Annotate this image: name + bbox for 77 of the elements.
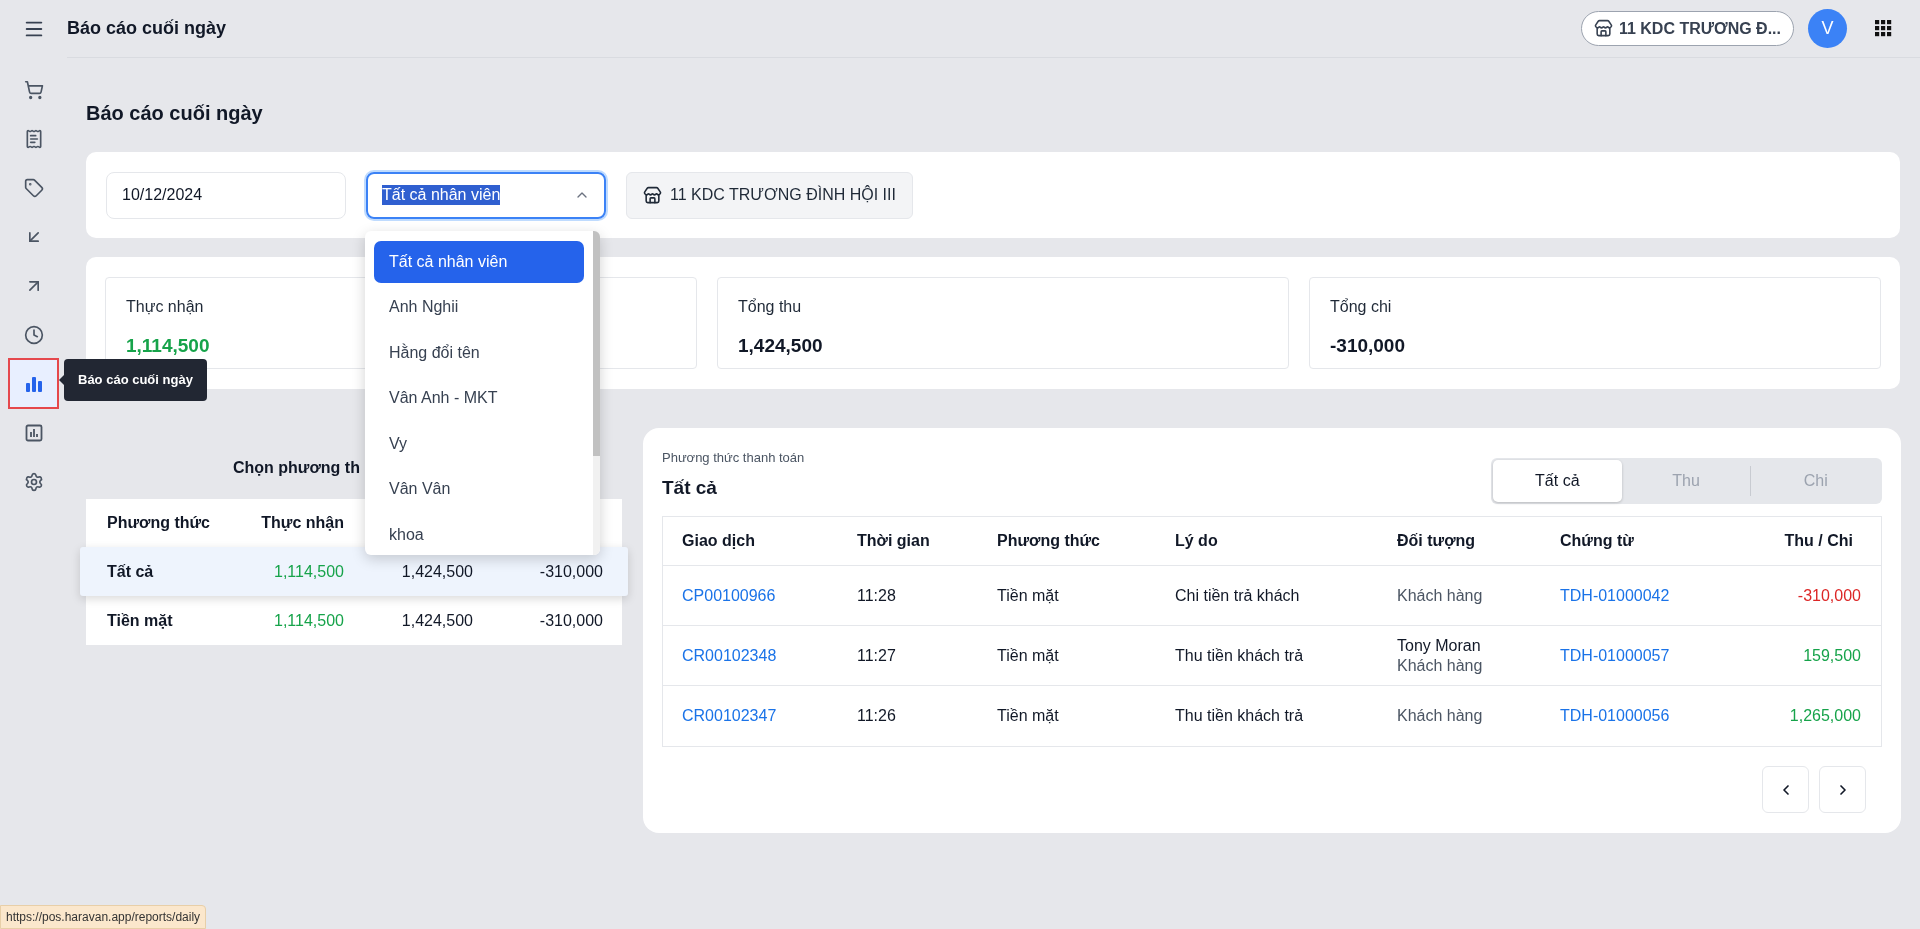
app-title: Báo cáo cuối ngày (67, 17, 227, 40)
stat-value: -310,000 (1330, 334, 1405, 358)
table-cell-text: -310,000 (539, 610, 603, 631)
table-cell-text: 11:26 (857, 706, 897, 726)
method-name: Tất cả (106, 561, 155, 582)
column-header: Lý do (1175, 531, 1219, 551)
page-title: Báo cáo cuối ngày (86, 101, 264, 126)
table-cell-text: Chi tiền trả khách (1175, 585, 1301, 606)
party-type: Khách hàng (1397, 585, 1484, 606)
store-icon (643, 185, 662, 205)
amount-cell-text: -310,000 (1797, 585, 1861, 606)
table-cell-text: -310,000 (539, 561, 603, 582)
scrollbar[interactable] (593, 230, 600, 555)
dropdown-option[interactable]: Tất cả nhân viên (374, 240, 584, 283)
stat-label: Tổng chi (1330, 297, 1392, 317)
dropdown-option[interactable]: Hằng đổi tên (374, 331, 584, 374)
dropdown-option[interactable]: Anh Nghii (374, 286, 584, 328)
avatar[interactable]: V (1808, 9, 1847, 48)
transaction-link[interactable]: CR00102348 (682, 643, 777, 668)
column-header: Phương thức (106, 513, 211, 533)
employee-select[interactable]: Tất cả nhân viên (366, 171, 606, 219)
stat-label: Thực nhận (126, 297, 204, 317)
tag-icon (23, 177, 44, 198)
table-cell-text: 1,424,500 (401, 561, 473, 582)
dropdown-option[interactable]: Vân Vân (374, 468, 584, 510)
tab[interactable]: Tất cả (1493, 460, 1622, 502)
apps-grid-icon[interactable] (1875, 20, 1892, 37)
stat-value: 1,424,500 (738, 334, 823, 358)
table-cell-text: 1,424,500 (401, 610, 473, 631)
panel-caption: Phương thức thanh toán (662, 449, 805, 467)
date-field[interactable]: 10/12/2024 (106, 171, 346, 219)
table-cell-text: 11:27 (857, 645, 897, 666)
column-header: Phương thức (997, 531, 1101, 551)
section-heading: Chọn phương th (233, 458, 360, 478)
voucher-link[interactable]: TDH-01000057 (1560, 643, 1670, 668)
settings-icon (23, 471, 44, 492)
method-row[interactable]: Tất cả 1,114,500 1,424,500 -310,000 (80, 547, 628, 596)
table-cell-text: Thu tiền khách trả (1175, 706, 1305, 726)
amount-cell-text: 1,265,000 (1789, 706, 1861, 726)
amount-cell-text: 159,500 (1803, 645, 1861, 666)
report-chart-icon (23, 422, 44, 443)
dropdown-option[interactable]: Vy (374, 422, 584, 465)
party-type: Khách hàng (1397, 655, 1484, 676)
method-name: Tiền mặt (106, 610, 174, 631)
stat-value: 1,114,500 (126, 334, 210, 358)
clock-icon (23, 324, 44, 345)
transaction-link[interactable]: CP00100966 (682, 583, 776, 608)
column-header: Giao dịch (682, 531, 756, 551)
column-header: Chứng từ (1560, 531, 1635, 551)
receipt-icon (23, 128, 44, 149)
voucher-link[interactable]: TDH-01000056 (1560, 704, 1670, 728)
transaction-link[interactable]: CR00102347 (682, 704, 777, 728)
table-cell-text: Tiền mặt (997, 706, 1060, 726)
panel-title: Tất cả (662, 475, 718, 500)
column-header: Thực nhận (261, 513, 344, 533)
voucher-link[interactable]: TDH-01000042 (1560, 583, 1670, 608)
dropdown-option[interactable]: Vân Anh - MKT (374, 377, 584, 419)
status-url: https://pos.haravan.app/reports/daily (0, 905, 207, 929)
table-cell-text: 11:28 (857, 585, 897, 606)
store-button[interactable]: 11 KDC TRƯƠNG Đ... (1580, 11, 1794, 46)
table-cell-text: Tiền mặt (997, 585, 1060, 606)
table-cell-text: 1,114,500 (274, 610, 344, 631)
party-name: Tony Moran (1397, 635, 1482, 656)
method-row[interactable]: Tiền mặt 1,114,500 1,424,500 -310,000 (86, 596, 622, 645)
stat-label: Tổng thu (738, 297, 802, 317)
column-header: Thời gian (857, 531, 931, 551)
store-filter-button[interactable]: 11 KDC TRƯƠNG ĐÌNH HỘI III (626, 171, 913, 219)
sidebar-item[interactable] (8, 358, 59, 409)
column-header: Thu / Chi (1784, 531, 1854, 551)
column-header: Đối tượng (1397, 531, 1477, 551)
tooltip: Báo cáo cuối ngày (64, 359, 207, 401)
cart-icon (23, 79, 44, 100)
table-cell-text: 1,114,500 (274, 561, 344, 582)
store-icon (1593, 19, 1613, 38)
table-cell-text: Thu tiền khách trả (1175, 645, 1305, 666)
party-type: Khách hàng (1397, 706, 1484, 726)
table-cell-text: Tiền mặt (997, 645, 1060, 666)
